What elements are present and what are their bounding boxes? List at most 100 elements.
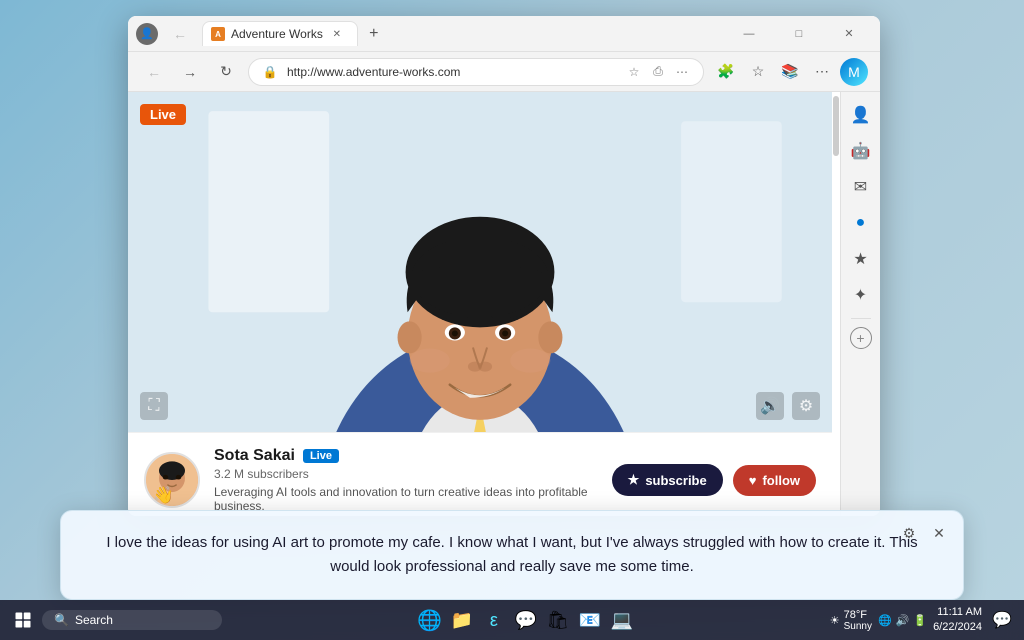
channel-description: Leveraging AI tools and innovation to tu… [214, 485, 598, 513]
weather-desc: Sunny [844, 621, 872, 632]
channel-name-row: Sota Sakai Live [214, 447, 598, 465]
channel-avatar: 👋 [144, 452, 200, 508]
url-bar[interactable]: 🔒 http://www.adventure-works.com ☆ ⎙ ⋯ [248, 58, 704, 86]
nav-back-button[interactable]: ← [166, 20, 194, 48]
title-bar: 👤 ← A Adventure Works ✕ + — □ ✕ [128, 16, 880, 52]
taskbar-right: ☀ 78°F Sunny 🌐 🔊 🔋 11:11 AM 6/22/2024 💬 [830, 605, 1016, 636]
weather-icon: ☀ [830, 614, 840, 627]
channel-details: Sota Sakai Live 3.2 M subscribers Levera… [214, 447, 598, 513]
subscriber-count: 3.2 M subscribers [214, 467, 598, 481]
new-tab-button[interactable]: + [362, 22, 386, 46]
avatar-image: 👋 [146, 452, 198, 508]
notification-center-button[interactable]: 💬 [988, 606, 1016, 634]
tab-title: Adventure Works [231, 27, 323, 41]
sidebar-icon-mail[interactable]: ✉ [846, 172, 876, 202]
browser-tab-active[interactable]: A Adventure Works ✕ [202, 21, 358, 46]
video-background [128, 92, 832, 432]
more-icon[interactable]: ⋯ [673, 63, 691, 81]
edge-profile-button[interactable]: M [840, 58, 868, 86]
settings-button[interactable]: ⚙ [792, 392, 820, 420]
start-button[interactable] [8, 605, 38, 635]
browser-window: 👤 ← A Adventure Works ✕ + — □ ✕ ← → ↻ 🔒 … [128, 16, 880, 516]
sidebar-add-button[interactable]: + [850, 327, 872, 349]
battery-icon[interactable]: 🔋 [913, 614, 927, 627]
browser-profile-icon[interactable]: 👤 [136, 23, 158, 45]
collections-icon[interactable]: 📚 [776, 58, 804, 86]
close-button[interactable]: ✕ [826, 20, 872, 48]
taskbar-center: 🌐 📁 ε 💬 🛍 📧 💻 [222, 606, 830, 634]
video-controls: ⛶ 🔊 ⚙ [140, 392, 820, 420]
subscribe-label: subscribe [645, 473, 706, 488]
browser-sidebar: 👤 🤖 ✉ ● ★ ✦ + [840, 92, 880, 516]
copilot-message: I love the ideas for using AI art to pro… [85, 531, 939, 579]
clock-date: 6/22/2024 [933, 620, 982, 635]
weather-temp: 78°F [844, 609, 872, 621]
taskbar-store-icon[interactable]: 🛍 [544, 606, 572, 634]
forward-button[interactable]: → [176, 58, 204, 86]
address-bar: ← → ↻ 🔒 http://www.adventure-works.com ☆… [128, 52, 880, 92]
subscribe-icon: ★ [628, 472, 640, 488]
toolbar-icons: 🧩 ☆ 📚 ⋯ M [712, 58, 868, 86]
channel-live-tag: Live [303, 449, 339, 463]
copilot-panel: ⚙ ✕ I love the ideas for using AI art to… [60, 510, 964, 600]
video-area: Live ⛶ 🔊 ⚙ [128, 92, 832, 432]
system-tray: 🌐 🔊 🔋 [878, 614, 927, 627]
taskbar-mail-icon[interactable]: 📧 [576, 606, 604, 634]
sidebar-icon-circle[interactable]: ● [846, 208, 876, 238]
taskbar-left: 🔍 Search [8, 605, 222, 635]
refresh-button[interactable]: ↻ [212, 58, 240, 86]
tab-close-button[interactable]: ✕ [329, 26, 345, 42]
scrollbar-thumb[interactable] [833, 96, 839, 156]
search-placeholder: Search [75, 613, 113, 627]
windows-logo-icon [14, 611, 32, 629]
sidebar-icon-spark[interactable]: ✦ [846, 280, 876, 310]
channel-name: Sota Sakai [214, 447, 295, 465]
sidebar-icon-star[interactable]: ★ [846, 244, 876, 274]
live-badge: Live [140, 104, 186, 125]
weather-widget[interactable]: ☀ 78°F Sunny [830, 609, 872, 632]
taskbar-edge-icon[interactable]: 🌐 [416, 606, 444, 634]
title-bar-left: 👤 ← [136, 20, 194, 48]
svg-text:👋: 👋 [153, 485, 174, 505]
sidebar-icon-copilot[interactable]: 🤖 [846, 136, 876, 166]
maximize-button[interactable]: □ [776, 20, 822, 48]
follow-button[interactable]: ♥ follow [733, 465, 816, 496]
fullscreen-button[interactable]: ⛶ [140, 392, 168, 420]
url-actions: ☆ ⎙ ⋯ [625, 63, 691, 81]
follow-label: follow [762, 473, 800, 488]
channel-info: 👋 Sota Sakai Live 3.2 M subscribers Leve… [128, 432, 832, 516]
minimize-button[interactable]: — [726, 20, 772, 48]
scrollbar[interactable] [832, 92, 840, 516]
window-controls: — □ ✕ [726, 20, 872, 48]
taskbar-edge-blue-icon[interactable]: ε [480, 606, 508, 634]
taskbar: 🔍 Search 🌐 📁 ε 💬 🛍 📧 💻 ☀ 78°F Sunny 🌐 🔊 … [0, 600, 1024, 640]
extensions-icon[interactable]: 🧩 [712, 58, 740, 86]
favorites-toolbar-icon[interactable]: ☆ [744, 58, 772, 86]
clock-time: 11:11 AM [933, 605, 982, 620]
taskbar-terminal-icon[interactable]: 💻 [608, 606, 636, 634]
sidebar-icon-profile[interactable]: 👤 [846, 100, 876, 130]
taskbar-teams-icon[interactable]: 💬 [512, 606, 540, 634]
sidebar-divider [851, 318, 871, 319]
follow-icon: ♥ [749, 473, 757, 488]
network-icon[interactable]: 🌐 [878, 614, 892, 627]
volume-button[interactable]: 🔊 [756, 392, 784, 420]
copilot-settings-icon[interactable]: ⚙ [897, 521, 921, 545]
favorites-icon[interactable]: ☆ [625, 63, 643, 81]
time-display[interactable]: 11:11 AM 6/22/2024 [933, 605, 982, 636]
channel-actions: ★ subscribe ♥ follow [612, 464, 816, 496]
url-text: http://www.adventure-works.com [287, 65, 617, 79]
copilot-close-button[interactable]: ✕ [927, 521, 951, 545]
share-icon[interactable]: ⎙ [649, 63, 667, 81]
volume-tray-icon[interactable]: 🔊 [896, 614, 910, 627]
search-icon: 🔍 [54, 613, 69, 627]
search-bar[interactable]: 🔍 Search [42, 610, 222, 630]
tab-area: A Adventure Works ✕ + [202, 21, 718, 46]
more-menu-icon[interactable]: ⋯ [808, 58, 836, 86]
back-button[interactable]: ← [140, 58, 168, 86]
tab-favicon: A [211, 27, 225, 41]
subscribe-button[interactable]: ★ subscribe [612, 464, 723, 496]
content-area: Live ⛶ 🔊 ⚙ [128, 92, 832, 516]
taskbar-files-icon[interactable]: 📁 [448, 606, 476, 634]
lock-icon: 🔒 [261, 63, 279, 81]
